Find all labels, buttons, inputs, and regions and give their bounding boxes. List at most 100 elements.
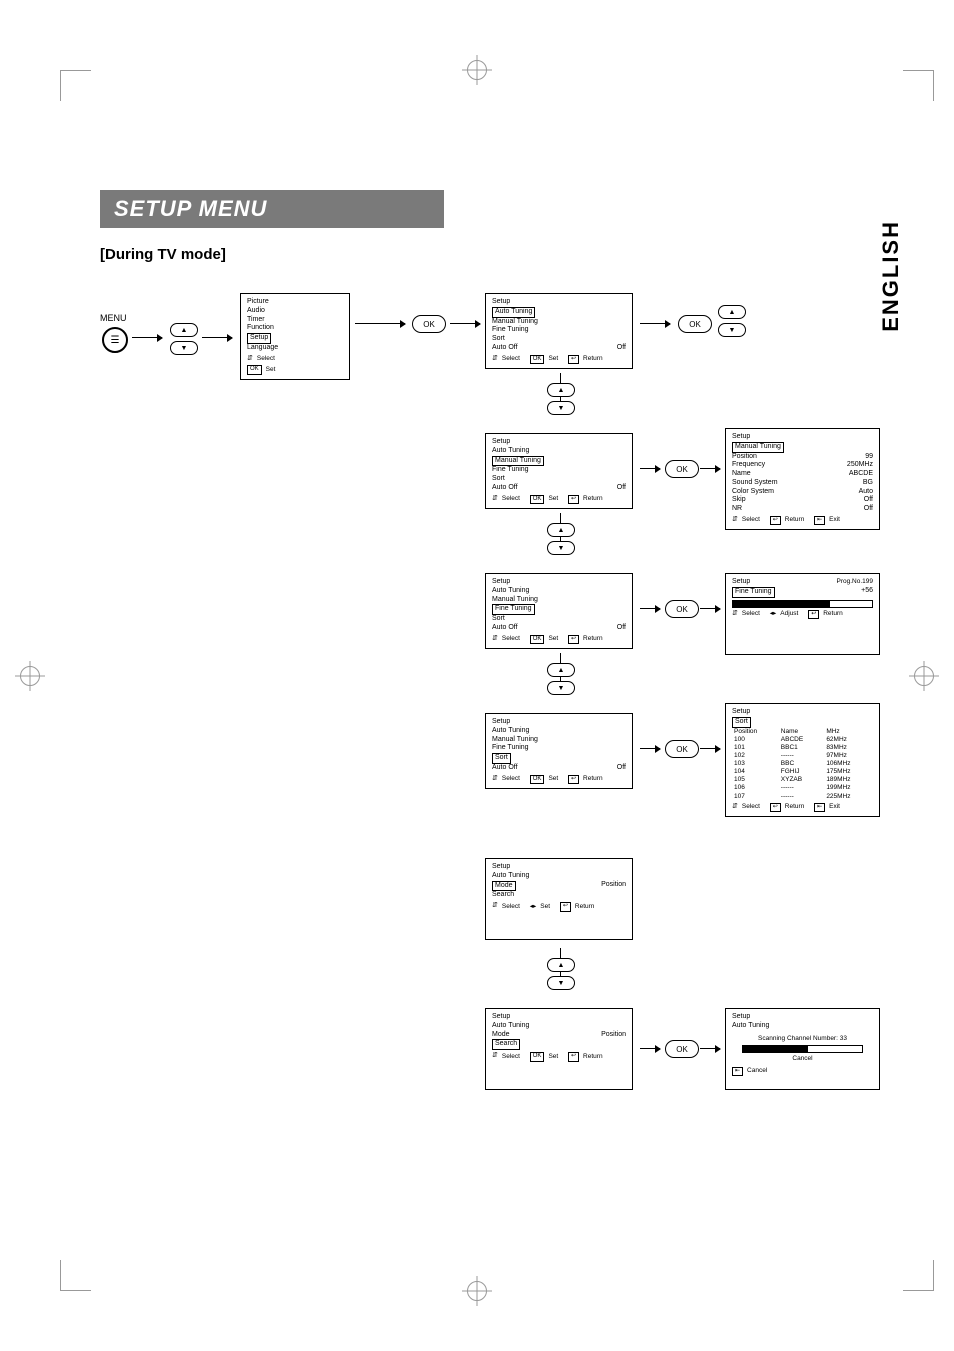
sort-table: PositionNameMHz 100ABCDE62MHz 101BBC183M… — [732, 728, 873, 801]
prog-number: Prog.No.199 — [837, 578, 874, 587]
down-button-icon: ▼ — [547, 681, 575, 695]
panel-title: Setup — [492, 1013, 626, 1022]
panel-title: Setup — [492, 578, 626, 587]
table-row: 107------225MHz — [732, 793, 873, 801]
return-label: Return — [785, 803, 805, 811]
ok-key-icon: OK — [530, 495, 545, 505]
panel-title: Setup — [732, 1013, 873, 1022]
row-value: 99 — [865, 453, 873, 462]
row-label: Position — [732, 453, 757, 462]
auto-tuning-mode-panel: Setup Auto Tuning ModePosition Search ⇵S… — [485, 858, 633, 940]
row-value: Auto — [859, 488, 873, 497]
down-button-icon: ▼ — [547, 401, 575, 415]
set-label: Set — [266, 366, 276, 374]
adjust-label: Adjust — [780, 610, 798, 618]
set-label: Set — [548, 635, 558, 643]
select-label: Select — [502, 903, 520, 911]
set-label: Set — [548, 775, 558, 783]
menu-item: Search — [492, 891, 626, 900]
cancel-label: Cancel — [732, 1055, 873, 1063]
table-row: 104FGHIJ175MHz — [732, 768, 873, 776]
exit-label: Exit — [829, 516, 840, 524]
menu-button-icon: ☰ — [102, 327, 128, 353]
return-label: Return — [583, 495, 603, 503]
main-menu-panel: Picture Audio Timer Function Setup Langu… — [240, 293, 350, 380]
up-button-icon: ▲ — [547, 523, 575, 537]
select-label: Select — [502, 775, 520, 783]
panel-subtitle: Fine Tuning — [732, 587, 775, 598]
menu-value: Off — [617, 344, 626, 353]
panel-title: Setup — [732, 708, 873, 717]
down-button-icon: ▼ — [547, 976, 575, 990]
menu-item-selected: Sort — [492, 753, 511, 764]
menu-item-selected: Mode — [492, 881, 516, 892]
row-label: NR — [732, 505, 742, 514]
menu-item: Auto Off — [492, 624, 518, 633]
row-value: BG — [863, 479, 873, 488]
menu-item: Picture — [247, 298, 343, 307]
panel-subtitle: Auto Tuning — [492, 1022, 626, 1031]
ok-button-icon: OK — [665, 1040, 699, 1058]
row-label: Sound System — [732, 479, 778, 488]
menu-item: Fine Tuning — [492, 466, 626, 475]
row-label: Skip — [732, 496, 746, 505]
menu-item: Sort — [492, 475, 626, 484]
menu-value: Position — [601, 881, 626, 892]
set-label: Set — [548, 495, 558, 503]
set-label: Set — [548, 355, 558, 363]
ok-key-icon: OK — [530, 1052, 545, 1062]
menu-item: Auto Tuning — [492, 727, 626, 736]
menu-item: Language — [247, 344, 343, 353]
up-button-icon: ▲ — [547, 383, 575, 397]
ok-key-icon: OK — [530, 635, 545, 645]
menu-item: Audio — [247, 307, 343, 316]
cancel-label: Cancel — [747, 1067, 767, 1075]
menu-item-selected: Search — [492, 1039, 520, 1050]
row-label: Color System — [732, 488, 774, 497]
panel-subtitle: Auto Tuning — [492, 872, 626, 881]
return-label: Return — [583, 1053, 603, 1061]
auto-tuning-search-panel: Setup Auto Tuning ModePosition Search ⇵S… — [485, 1008, 633, 1090]
scanning-message: Scanning Channel Number: 33 — [732, 1035, 873, 1043]
ok-button-icon: OK — [665, 460, 699, 478]
select-label: Select — [742, 803, 760, 811]
select-label: Select — [742, 516, 760, 524]
fine-tuning-panel: SetupProg.No.199 Fine Tuning+56 ⇵Select … — [725, 573, 880, 655]
row-label: Name — [732, 470, 751, 479]
setup-panel-manual: Setup Auto Tuning Manual Tuning Fine Tun… — [485, 433, 633, 509]
menu-label: MENU — [100, 313, 127, 323]
progress-bar — [732, 600, 873, 608]
menu-item: Auto Tuning — [492, 587, 626, 596]
menu-item-selected: Fine Tuning — [492, 604, 535, 615]
page-subheading: [During TV mode] — [100, 246, 894, 263]
panel-title: Setup — [732, 578, 750, 587]
ok-button-icon: OK — [412, 315, 446, 333]
up-button-icon: ▲ — [547, 958, 575, 972]
menu-item: Auto Off — [492, 484, 518, 493]
panel-title: Setup — [492, 718, 626, 727]
row-label: Frequency — [732, 461, 765, 470]
ok-key-icon: OK — [530, 355, 545, 365]
panel-title: Setup — [492, 298, 626, 307]
menu-item: Sort — [492, 615, 626, 624]
return-label: Return — [583, 635, 603, 643]
down-button-icon: ▼ — [718, 323, 746, 337]
select-label: Select — [502, 1053, 520, 1061]
page-title: SETUP MENU — [100, 190, 444, 228]
menu-value: Off — [617, 484, 626, 493]
table-row: 102------97MHz — [732, 752, 873, 760]
menu-value: Position — [601, 1031, 626, 1040]
return-label: Return — [583, 775, 603, 783]
down-button-icon: ▼ — [547, 541, 575, 555]
up-button-icon: ▲ — [718, 305, 746, 319]
fine-value: +56 — [861, 587, 873, 598]
panel-subtitle: Manual Tuning — [732, 442, 784, 453]
table-row: 101BBC183MHz — [732, 744, 873, 752]
menu-item: Mode — [492, 1031, 510, 1040]
up-button-icon: ▲ — [170, 323, 198, 337]
menu-item: Timer — [247, 316, 343, 325]
down-button-icon: ▼ — [170, 341, 198, 355]
menu-item: Fine Tuning — [492, 744, 626, 753]
ok-key-icon: OK — [247, 365, 262, 375]
select-label: Select — [502, 635, 520, 643]
